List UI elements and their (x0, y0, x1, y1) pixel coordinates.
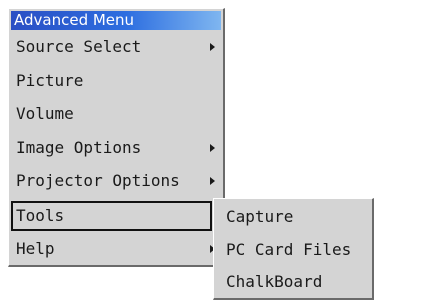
submenu-arrow-icon (210, 144, 215, 152)
submenu-item-pc-card-files[interactable]: PC Card Files (216, 234, 368, 266)
menu-item-label: Tools (16, 206, 65, 225)
menu-item-label: Picture (16, 71, 84, 90)
menu-item-label: Source Select (16, 37, 142, 56)
menu-item-label: Projector Options (16, 171, 180, 190)
menu-item-label: Image Options (16, 138, 142, 157)
submenu-item-capture[interactable]: Capture (216, 201, 368, 233)
menu-item-picture[interactable]: Picture (11, 67, 221, 97)
advanced-menu: Advanced Menu Source Select Picture Volu… (8, 8, 225, 267)
submenu-item-chalkboard[interactable]: ChalkBoard (216, 266, 368, 298)
menu-item-label: Help (16, 239, 55, 258)
menu-item-volume[interactable]: Volume (11, 100, 221, 130)
menu-item-source-select[interactable]: Source Select (11, 33, 221, 63)
menu-item-image-options[interactable]: Image Options (11, 134, 221, 164)
menu-item-projector-options[interactable]: Projector Options (11, 167, 221, 197)
tools-submenu: Capture PC Card Files ChalkBoard (213, 198, 374, 300)
menu-title: Advanced Menu (11, 11, 221, 30)
menu-item-help[interactable]: Help (11, 235, 221, 265)
submenu-arrow-icon (210, 177, 215, 185)
menu-item-label: Volume (16, 104, 74, 123)
submenu-item-label: ChalkBoard (226, 272, 323, 291)
submenu-arrow-icon (210, 43, 215, 51)
submenu-item-label: Capture (226, 207, 294, 226)
submenu-item-label: PC Card Files (226, 240, 352, 259)
menu-item-tools[interactable]: Tools (11, 201, 220, 231)
